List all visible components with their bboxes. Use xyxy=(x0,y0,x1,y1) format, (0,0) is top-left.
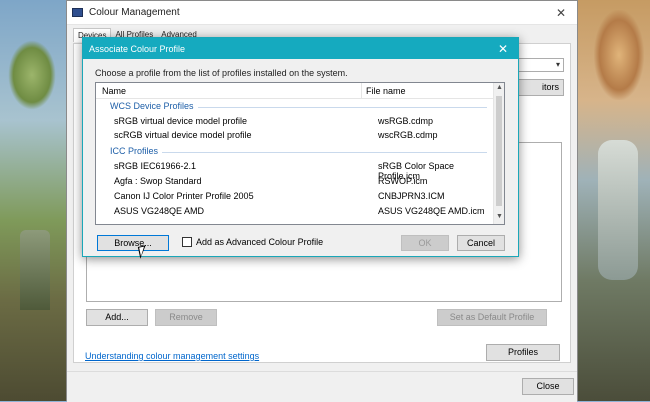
identify-monitors-button[interactable]: itors xyxy=(514,79,564,96)
group-divider xyxy=(198,107,487,108)
scroll-down-arrow-icon[interactable]: ▼ xyxy=(495,213,504,223)
profile-file: wsRGB.cdmp xyxy=(378,116,434,126)
dialog-instruction: Choose a profile from the list of profil… xyxy=(95,68,348,78)
cancel-button[interactable]: Cancel xyxy=(457,235,505,251)
main-titlebar: Colour Management ✕ xyxy=(67,1,577,25)
scroll-up-arrow-icon[interactable]: ▲ xyxy=(495,84,504,94)
vertical-scrollbar[interactable]: ▲ ▼ xyxy=(493,83,504,224)
advanced-profile-option[interactable]: Add as Advanced Colour Profile xyxy=(182,237,323,247)
group-header-wcs[interactable]: WCS Device Profiles xyxy=(102,101,487,113)
profile-file: RSWOP.icm xyxy=(378,176,428,186)
list-item[interactable]: Canon IJ Color Printer Profile 2005 CNBJ… xyxy=(96,190,494,204)
profile-list[interactable]: Name File name WCS Device Profiles sRGB … xyxy=(95,82,505,225)
group-label: WCS Device Profiles xyxy=(110,101,194,111)
list-item[interactable]: Agfa : Swop Standard RSWOP.icm xyxy=(96,175,494,189)
advanced-profile-checkbox[interactable] xyxy=(182,237,192,247)
ok-button[interactable]: OK xyxy=(401,235,449,251)
list-header: Name File name xyxy=(96,83,494,99)
desktop-background-right xyxy=(576,0,650,401)
column-header-name[interactable]: Name xyxy=(102,86,126,96)
close-button[interactable]: Close xyxy=(522,378,574,395)
column-divider[interactable] xyxy=(361,83,362,99)
scrollbar-thumb[interactable] xyxy=(496,96,502,206)
group-header-icc[interactable]: ICC Profiles xyxy=(102,146,487,158)
desktop-background-left xyxy=(0,0,66,401)
profile-file: CNBJPRN3.ICM xyxy=(378,191,445,201)
group-label: ICC Profiles xyxy=(110,146,159,156)
set-default-profile-button[interactable]: Set as Default Profile xyxy=(437,309,547,326)
profile-name: scRGB virtual device model profile xyxy=(114,130,252,140)
main-close-icon[interactable]: ✕ xyxy=(551,3,571,23)
column-header-file-name[interactable]: File name xyxy=(366,86,406,96)
chevron-down-icon: ▾ xyxy=(555,60,560,69)
monitor-icon xyxy=(72,8,83,17)
profile-name: Agfa : Swop Standard xyxy=(114,176,202,186)
associate-colour-profile-dialog: Associate Colour Profile ✕ Choose a prof… xyxy=(82,37,519,257)
device-dropdown[interactable]: ▾ xyxy=(514,58,564,72)
list-item[interactable]: ASUS VG248QE AMD ASUS VG248QE AMD.icm xyxy=(96,205,494,219)
dialog-close-icon[interactable]: ✕ xyxy=(494,40,512,58)
understanding-colour-management-link[interactable]: Understanding colour management settings xyxy=(85,351,259,361)
remove-button[interactable]: Remove xyxy=(155,309,217,326)
main-window-title: Colour Management xyxy=(89,7,180,18)
group-divider xyxy=(162,152,487,153)
profile-file: ASUS VG248QE AMD.icm xyxy=(378,206,485,216)
profile-name: Canon IJ Color Printer Profile 2005 xyxy=(114,191,254,201)
browse-button[interactable]: Browse... xyxy=(97,235,169,251)
profiles-button[interactable]: Profiles xyxy=(486,344,560,361)
main-footer: Close xyxy=(67,371,577,402)
profile-name: ASUS VG248QE AMD xyxy=(114,206,205,216)
list-item[interactable]: sRGB virtual device model profile wsRGB.… xyxy=(96,115,494,129)
profile-name: sRGB virtual device model profile xyxy=(114,116,248,126)
list-item[interactable]: sRGB IEC61966-2.1 sRGB Color Space Profi… xyxy=(96,160,494,181)
profile-file: wscRGB.cdmp xyxy=(378,130,438,140)
add-button[interactable]: Add... xyxy=(86,309,148,326)
dialog-titlebar: Associate Colour Profile ✕ xyxy=(83,38,518,59)
list-item[interactable]: scRGB virtual device model profile wscRG… xyxy=(96,129,494,143)
profile-name: sRGB IEC61966-2.1 xyxy=(114,161,197,171)
dialog-title: Associate Colour Profile xyxy=(89,43,186,54)
advanced-profile-label[interactable]: Add as Advanced Colour Profile xyxy=(196,237,323,247)
